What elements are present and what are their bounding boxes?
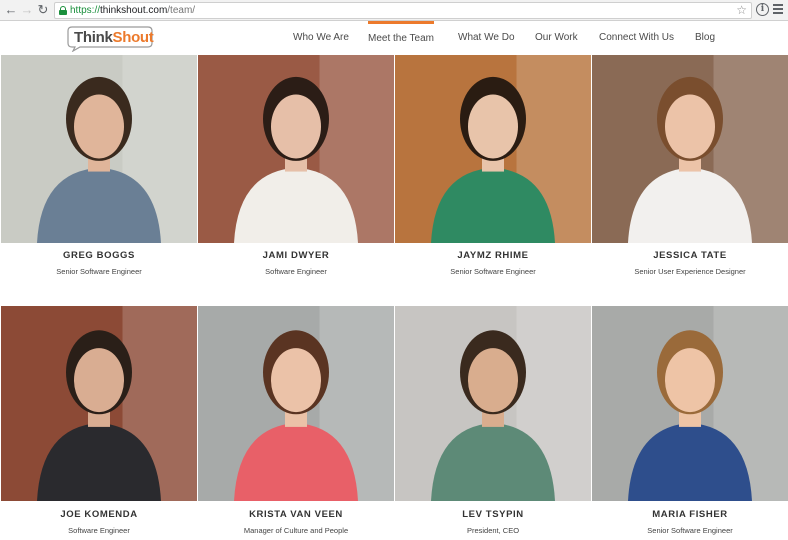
member-role: Senior Software Engineer — [56, 267, 142, 276]
member-role: Senior Software Engineer — [450, 267, 536, 276]
member-role: Software Engineer — [68, 526, 130, 535]
portrait-image — [592, 306, 788, 501]
lock-icon — [59, 6, 67, 15]
thinkshout-logo[interactable]: ThinkShout — [64, 24, 154, 52]
member-name: JESSICA TATE — [653, 250, 727, 261]
url-host: thinkshout.com — [100, 5, 168, 16]
member-name: KRISTA VAN VEEN — [249, 509, 343, 520]
reload-icon[interactable]: ↻ — [35, 2, 51, 18]
team-card[interactable]: KRISTA VAN VEEN Manager of Culture and P… — [198, 306, 394, 540]
site-header: ThinkShout Who We Are Meet the Team What… — [0, 21, 788, 55]
url-protocol: https:// — [70, 5, 101, 16]
url-text: https://thinkshout.com/team/ — [70, 4, 195, 18]
team-photo — [592, 55, 788, 243]
member-role: Manager of Culture and People — [243, 526, 349, 535]
team-card[interactable]: JAMI DWYER Software Engineer — [198, 55, 394, 295]
forward-arrow-icon[interactable]: → — [19, 2, 35, 18]
member-name: MARIA FISHER — [652, 509, 728, 520]
team-card[interactable]: JOE KOMENDA Software Engineer — [1, 306, 197, 540]
team-photo — [1, 306, 197, 501]
portrait-image — [395, 306, 591, 501]
logo-think: Think — [74, 29, 113, 46]
team-photo — [592, 306, 788, 501]
logo-shout: Shout — [112, 29, 154, 46]
member-role: President, CEO — [466, 526, 520, 535]
team-card[interactable]: JAYMZ RHIME Senior Software Engineer — [395, 55, 591, 295]
member-name: JAMI DWYER — [262, 250, 330, 261]
portrait-image — [592, 55, 788, 243]
team-photo — [1, 55, 197, 243]
nav-who-we-are[interactable]: Who We Are — [293, 21, 349, 55]
team-photo — [395, 55, 591, 243]
bookmark-star-icon[interactable]: ☆ — [736, 3, 747, 18]
info-icon[interactable]: i — [756, 3, 769, 16]
portrait-image — [395, 55, 591, 243]
portrait-image — [1, 306, 197, 501]
portrait-image — [198, 55, 394, 243]
member-name: JOE KOMENDA — [60, 509, 138, 520]
member-role: Senior Software Engineer — [647, 526, 733, 535]
member-role: Senior User Experience Designer — [634, 267, 746, 276]
team-card[interactable]: MARIA FISHER Senior Software Engineer — [592, 306, 788, 540]
member-name: LEV TSYPIN — [462, 509, 524, 520]
team-card[interactable]: LEV TSYPIN President, CEO — [395, 306, 591, 540]
team-card[interactable]: GREG BOGGS Senior Software Engineer — [1, 55, 197, 295]
member-name: GREG BOGGS — [63, 250, 135, 261]
portrait-image — [1, 55, 197, 243]
nav-what-we-do[interactable]: What We Do — [458, 21, 515, 55]
nav-blog[interactable]: Blog — [695, 21, 715, 55]
url-path: /team/ — [167, 5, 196, 16]
logo-wordmark: ThinkShout — [74, 29, 154, 46]
menu-icon[interactable] — [773, 4, 783, 15]
portrait-image — [198, 306, 394, 501]
member-name: JAYMZ RHIME — [457, 250, 529, 261]
member-role: Software Engineer — [265, 267, 327, 276]
team-photo — [395, 306, 591, 501]
nav-meet-the-team[interactable]: Meet the Team — [368, 21, 434, 55]
browser-toolbar: ← → ↻ https://thinkshout.com/team/ ☆ i — [0, 0, 788, 21]
address-bar[interactable]: https://thinkshout.com/team/ ☆ — [54, 2, 752, 19]
back-arrow-icon[interactable]: ← — [3, 2, 19, 18]
team-photo — [198, 55, 394, 243]
team-card[interactable]: JESSICA TATE Senior User Experience Desi… — [592, 55, 788, 295]
team-photo — [198, 306, 394, 501]
nav-connect-with-us[interactable]: Connect With Us — [599, 21, 674, 55]
nav-our-work[interactable]: Our Work — [535, 21, 578, 55]
